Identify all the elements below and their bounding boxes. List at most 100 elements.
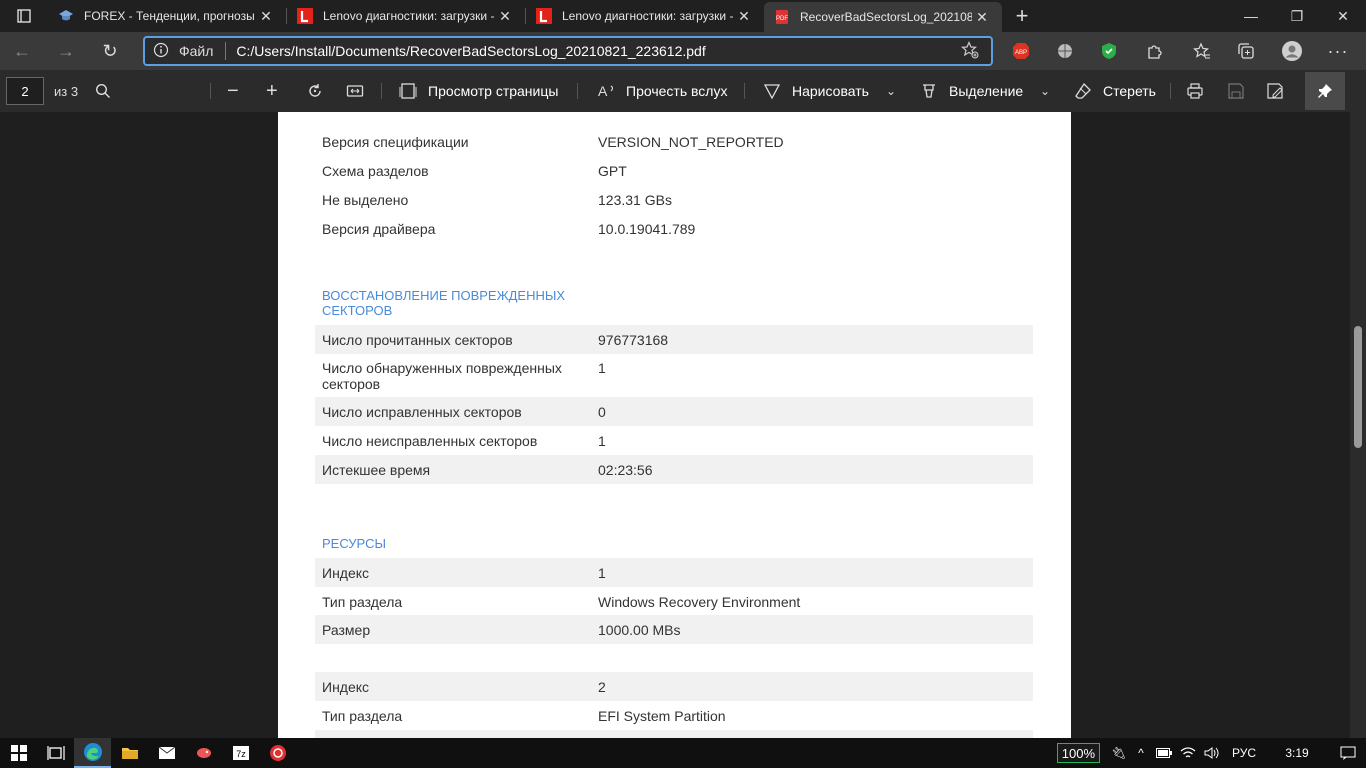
- row-value: EFI System Partition: [598, 707, 726, 724]
- info-icon[interactable]: [153, 42, 179, 61]
- chevron-down-icon[interactable]: ⌄: [1040, 70, 1050, 112]
- refresh-button[interactable]: ↻: [88, 32, 132, 70]
- row-value: 0: [598, 403, 606, 420]
- window-controls: — ❐ ✕: [1228, 0, 1366, 32]
- add-favorite-icon[interactable]: [960, 40, 991, 62]
- close-icon: ✕: [1337, 7, 1349, 24]
- toolbar-divider: [1170, 83, 1171, 99]
- tab-title: Lenovo диагностики: загрузки -: [323, 9, 495, 23]
- search-icon[interactable]: [95, 70, 111, 112]
- tab-title: FOREX - Тенденции, прогнозы и: [84, 9, 256, 23]
- back-arrow-icon: ←: [13, 40, 31, 61]
- favorites-icon[interactable]: [1187, 32, 1217, 70]
- page-number-input[interactable]: 2: [6, 77, 44, 105]
- zoom-out-icon[interactable]: −: [227, 70, 239, 112]
- task-view-icon: [46, 746, 65, 760]
- collections-icon[interactable]: [1231, 32, 1261, 70]
- tab-pdf-active[interactable]: PDF RecoverBadSectorsLog_2021082 ✕: [764, 2, 1002, 32]
- row-key: Число прочитанных секторов: [322, 331, 513, 348]
- tab-lenovo-1[interactable]: Lenovo диагностики: загрузки - ✕: [287, 0, 525, 32]
- eraser-icon[interactable]: [1074, 70, 1092, 112]
- print-icon[interactable]: [1186, 70, 1204, 112]
- row-value: 1: [598, 360, 606, 376]
- svg-text:7z: 7z: [236, 749, 246, 759]
- highlight-icon[interactable]: [920, 70, 938, 112]
- tab-title: Lenovo диагностики: загрузки -: [562, 9, 734, 23]
- media-app-button[interactable]: [259, 738, 296, 768]
- back-button[interactable]: ←: [0, 32, 44, 70]
- table-row: Число неисправленных секторов 1: [315, 426, 1033, 455]
- notifications-icon[interactable]: [1330, 746, 1366, 760]
- forward-arrow-icon: →: [57, 40, 75, 61]
- refresh-icon: ↻: [102, 40, 118, 61]
- close-icon[interactable]: ✕: [734, 8, 754, 25]
- new-tab-button[interactable]: +: [1002, 0, 1042, 32]
- vertical-scrollbar[interactable]: [1350, 112, 1366, 738]
- start-button[interactable]: [0, 738, 37, 768]
- extensions-puzzle-icon[interactable]: [1139, 32, 1169, 70]
- archive-app-button[interactable]: 7z: [222, 738, 259, 768]
- close-window-button[interactable]: ✕: [1320, 0, 1366, 32]
- forward-button[interactable]: →: [44, 32, 88, 70]
- close-icon[interactable]: ✕: [256, 8, 276, 25]
- pdf-file-icon: PDF: [774, 9, 790, 25]
- highlight-button[interactable]: Выделение: [949, 70, 1023, 112]
- app-taskbar-button[interactable]: [185, 738, 222, 768]
- table-row: Тип раздела EFI System Partition: [315, 701, 1033, 730]
- row-key: Истекшее время: [322, 461, 431, 478]
- task-view-button[interactable]: [37, 738, 74, 768]
- wifi-icon[interactable]: [1176, 746, 1200, 760]
- power-plug-icon[interactable]: 🔌︎: [1108, 746, 1130, 760]
- table-row: Размер 1000.00 MBs: [315, 615, 1033, 644]
- close-icon[interactable]: ✕: [495, 8, 515, 25]
- draw-icon[interactable]: [763, 70, 781, 112]
- draw-button[interactable]: Нарисовать: [792, 70, 869, 112]
- battery-percent[interactable]: 100%: [1056, 743, 1100, 763]
- erase-button[interactable]: Стереть: [1103, 70, 1156, 112]
- save-icon[interactable]: [1227, 70, 1245, 112]
- read-aloud-button[interactable]: Прочесть вслух: [626, 70, 727, 112]
- lenovo-logo-icon: [297, 8, 313, 24]
- url-text[interactable]: C:/Users/Install/Documents/RecoverBadSec…: [236, 43, 961, 59]
- chevron-down-icon[interactable]: ⌄: [886, 70, 896, 112]
- scrollbar-thumb[interactable]: [1354, 326, 1362, 448]
- scheme-label: Файл: [179, 43, 214, 59]
- row-key: Размер: [322, 621, 371, 638]
- tab-lenovo-2[interactable]: Lenovo диагностики: загрузки - ✕: [526, 0, 764, 32]
- address-bar[interactable]: Файл C:/Users/Install/Documents/RecoverB…: [143, 36, 993, 66]
- edge-taskbar-button[interactable]: [74, 738, 111, 768]
- row-value: GPT: [598, 162, 627, 179]
- archive-icon: 7z: [232, 746, 249, 760]
- restore-button[interactable]: ❐: [1274, 0, 1320, 32]
- fit-to-width-icon[interactable]: [346, 70, 364, 112]
- chevron-up-icon[interactable]: ^: [1130, 746, 1152, 760]
- tab-strip: FOREX - Тенденции, прогнозы и ✕ Lenovo д…: [0, 0, 1366, 32]
- svg-text:A: A: [598, 83, 608, 99]
- adblock-icon[interactable]: ABP: [1006, 32, 1036, 70]
- profile-avatar[interactable]: [1277, 32, 1307, 70]
- rotate-icon[interactable]: [306, 70, 324, 112]
- page-total: из 3: [54, 83, 79, 99]
- pdf-viewer[interactable]: Версия спецификации VERSION_NOT_REPORTED…: [0, 112, 1366, 738]
- clock[interactable]: 3:19: [1264, 746, 1330, 760]
- pin-toolbar-button[interactable]: [1305, 72, 1345, 110]
- globe-extension-icon[interactable]: [1050, 32, 1080, 70]
- mail-button[interactable]: [148, 738, 185, 768]
- tab-forex[interactable]: FOREX - Тенденции, прогнозы и ✕: [48, 0, 286, 32]
- close-icon[interactable]: ✕: [972, 9, 992, 26]
- minimize-button[interactable]: —: [1228, 0, 1274, 32]
- volume-icon[interactable]: [1200, 746, 1224, 760]
- input-language[interactable]: РУС: [1224, 746, 1264, 760]
- fish-app-icon: [196, 748, 211, 758]
- shield-extension-icon[interactable]: [1094, 32, 1124, 70]
- page-view-button[interactable]: Просмотр страницы: [428, 70, 558, 112]
- save-as-icon[interactable]: [1266, 70, 1284, 112]
- page-view-icon[interactable]: [399, 70, 417, 112]
- read-aloud-icon[interactable]: A: [598, 70, 618, 112]
- zoom-in-icon[interactable]: +: [266, 70, 278, 112]
- row-key: Число обнаруженных поврежденных секторов: [322, 360, 562, 392]
- tab-actions-button[interactable]: [0, 0, 48, 32]
- file-explorer-button[interactable]: [111, 738, 148, 768]
- battery-icon[interactable]: [1152, 748, 1176, 758]
- more-menu-icon[interactable]: ···: [1323, 32, 1353, 70]
